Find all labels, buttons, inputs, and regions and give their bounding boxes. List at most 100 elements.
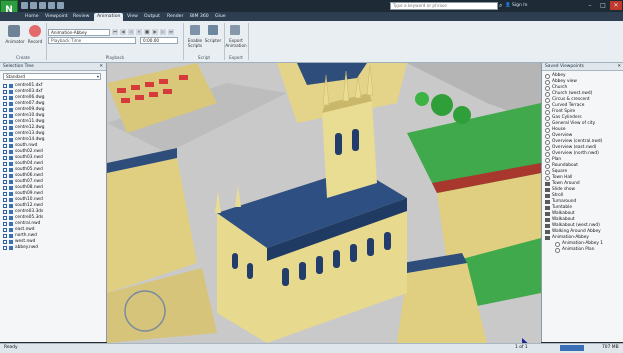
step-back-icon[interactable]: ◀ (120, 29, 126, 35)
group-create-label: Create (16, 55, 30, 60)
file-icon (9, 192, 13, 196)
time-input[interactable]: 0:00.00 (140, 37, 178, 44)
expand-toggle-icon[interactable] (3, 138, 7, 142)
expand-toggle-icon[interactable] (3, 228, 7, 232)
tree (453, 106, 471, 124)
rewind-icon[interactable]: ⏮ (112, 29, 118, 35)
minimize-button[interactable]: – (584, 1, 596, 10)
file-icon (9, 150, 13, 154)
close-button[interactable]: ✕ (610, 1, 622, 10)
tab-glue[interactable]: Glue (212, 13, 229, 21)
expand-toggle-icon[interactable] (3, 90, 7, 94)
expand-toggle-icon[interactable] (3, 162, 7, 166)
viewpoint-icon (545, 109, 550, 115)
playback-time-field[interactable]: Playback Time (48, 37, 136, 44)
export-animation-label: Export Animation (225, 38, 247, 48)
viewpoint-icon (545, 121, 550, 127)
expand-toggle-icon[interactable] (3, 216, 7, 220)
expand-toggle-icon[interactable] (3, 180, 7, 184)
export-animation-icon[interactable] (230, 25, 240, 35)
expand-toggle-icon[interactable] (3, 132, 7, 136)
maximize-button[interactable]: □ (597, 1, 609, 10)
expand-toggle-icon[interactable] (3, 174, 7, 178)
expand-toggle-icon[interactable] (3, 84, 7, 88)
file-icon (9, 108, 13, 112)
expand-toggle-icon[interactable] (3, 246, 7, 250)
expand-toggle-icon[interactable] (3, 126, 7, 130)
tree-item-label: abbey.nwd (15, 245, 38, 250)
close-panel-icon[interactable]: ✕ (99, 63, 106, 70)
user-icon: 👤 (505, 3, 513, 8)
expand-toggle-icon[interactable] (3, 150, 7, 154)
step-forward-icon[interactable]: ▷ (160, 29, 166, 35)
expand-toggle-icon[interactable] (3, 222, 7, 226)
tab-animation[interactable]: Animation (94, 13, 124, 21)
redo-icon[interactable] (48, 2, 55, 9)
status-ready: Ready (4, 345, 18, 350)
sign-in-label: Sign In (512, 3, 528, 8)
abbey-tower (322, 101, 377, 198)
expand-toggle-icon[interactable] (3, 120, 7, 124)
expand-toggle-icon[interactable] (3, 210, 7, 214)
expand-toggle-icon[interactable] (3, 240, 7, 244)
undo-icon[interactable] (39, 2, 46, 9)
expand-toggle-icon[interactable] (3, 102, 7, 106)
fast-forward-icon[interactable]: ⏭ (168, 29, 174, 35)
sign-in-link[interactable]: 👤 Sign In (505, 2, 527, 10)
expand-toggle-icon[interactable] (3, 204, 7, 208)
save-icon[interactable] (30, 2, 37, 9)
tree-item[interactable]: abbey.nwd (3, 245, 103, 251)
print-icon[interactable] (57, 2, 64, 9)
tab-view[interactable]: View (124, 13, 141, 21)
record-icon[interactable] (29, 25, 41, 37)
expand-toggle-icon[interactable] (3, 108, 7, 112)
expand-toggle-icon[interactable] (3, 186, 7, 190)
tab-bim360[interactable]: BIM 360 (187, 13, 212, 21)
selection-tree-list: centre01.dxf centre03.dxf centre06.dwg cent… (0, 82, 106, 252)
ribbon-separator (46, 23, 47, 60)
3d-viewport[interactable] (107, 63, 541, 343)
tab-output[interactable]: Output (141, 13, 163, 21)
animation-icon (545, 206, 550, 210)
play-icon[interactable]: ▶ (152, 29, 158, 35)
search-input[interactable]: Type a keyword or phrase (390, 2, 498, 10)
animation-icon (545, 182, 550, 186)
file-icon (9, 102, 13, 106)
expand-toggle-icon[interactable] (3, 96, 7, 100)
tab-render[interactable]: Render (164, 13, 186, 21)
file-icon (9, 156, 13, 160)
dropdown-value: Standard (6, 74, 26, 79)
expand-toggle-icon[interactable] (3, 156, 7, 160)
expand-toggle-icon[interactable] (3, 114, 7, 118)
file-icon (9, 144, 13, 148)
expand-toggle-icon[interactable] (3, 192, 7, 196)
stop-icon[interactable]: ■ (144, 29, 150, 35)
selection-tree-dropdown[interactable]: Standard ▾ (3, 73, 101, 80)
expand-toggle-icon[interactable] (3, 144, 7, 148)
expand-toggle-icon[interactable] (3, 234, 7, 238)
file-icon (9, 180, 13, 184)
open-icon[interactable] (21, 2, 28, 9)
saved-viewpoints-title: Saved Viewpoints (545, 64, 584, 69)
file-icon (9, 204, 13, 208)
close-panel-icon[interactable]: ✕ (617, 63, 623, 70)
expand-toggle-icon[interactable] (3, 198, 7, 202)
scripter-icon[interactable] (208, 25, 218, 35)
viewpoint-icon (545, 91, 550, 97)
viewpoint-item[interactable]: Animation Plan (545, 247, 621, 253)
viewpoint-icon (545, 157, 550, 163)
enable-scripts-icon[interactable] (190, 25, 200, 35)
animator-icon[interactable] (8, 25, 20, 37)
expand-toggle-icon[interactable] (3, 168, 7, 172)
tab-home[interactable]: Home (22, 13, 42, 21)
play-reverse-icon[interactable]: ◁ (128, 29, 134, 35)
tree (415, 92, 429, 106)
animation-select[interactable]: Animation-Abbey (48, 29, 110, 36)
pause-icon[interactable]: ⏸ (136, 29, 142, 35)
viewpoint-icon (545, 175, 550, 181)
scripter-label: Scripter (204, 38, 222, 43)
group-export-label: Export (229, 55, 243, 60)
file-icon (9, 210, 13, 214)
tab-viewpoint[interactable]: Viewpoint (42, 13, 71, 21)
tab-review[interactable]: Review (70, 13, 92, 21)
